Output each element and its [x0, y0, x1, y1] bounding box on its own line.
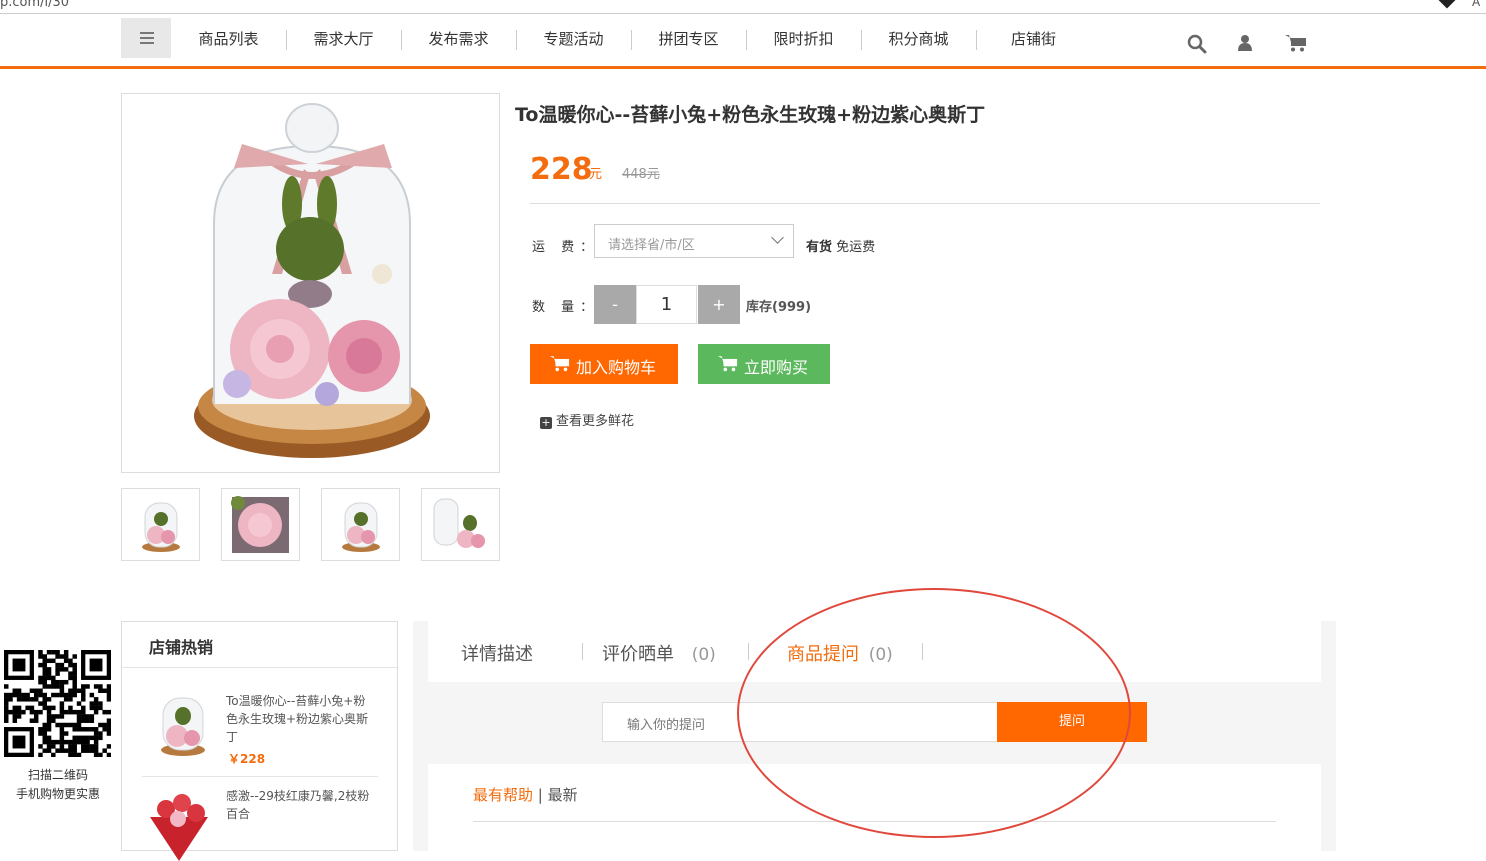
- divider: [142, 776, 378, 777]
- product-tabs-panel: 详情描述 评价晒单 (0) 商品提问 (0) 输入你的提问 提问 最有帮助 | …: [413, 621, 1336, 851]
- availability-info: 有货 免运费: [806, 236, 875, 255]
- add-to-cart-button[interactable]: 加入购物车: [530, 344, 678, 384]
- hamburger-icon: [140, 32, 154, 34]
- sort-most-helpful[interactable]: 最有帮助: [473, 786, 533, 804]
- tab-details[interactable]: 详情描述: [461, 640, 533, 666]
- search-icon[interactable]: [1187, 34, 1207, 54]
- hot-item-name[interactable]: To温暖你心--苔藓小兔+粉色永生玫瑰+粉边紫心奥斯丁: [226, 692, 376, 746]
- tab-label: 评价晒单: [602, 644, 674, 665]
- qr-caption-line2: 手机购物更实惠: [15, 787, 100, 801]
- browser-url-bar[interactable]: p.com/i/30 A: [0, 0, 1486, 14]
- question-input[interactable]: 输入你的提问: [602, 702, 998, 742]
- divider: [530, 203, 1320, 204]
- nav-item-product-list[interactable]: 商品列表: [171, 28, 286, 49]
- menu-button[interactable]: [121, 18, 171, 58]
- sort-separator: |: [537, 786, 543, 804]
- extension-icon[interactable]: [1438, 0, 1456, 9]
- quantity-decrease-button[interactable]: -: [594, 285, 636, 324]
- thumbnail-1[interactable]: [121, 488, 200, 561]
- qr-code: [4, 650, 112, 758]
- tab-divider: [582, 643, 583, 660]
- top-nav: 商品列表 需求大厅 发布需求 专题活动 拼团专区 限时折扣 积分商城 店铺街: [0, 14, 1486, 69]
- tab-reviews[interactable]: 评价晒单 (0): [602, 640, 716, 666]
- qr-caption: 扫描二维码 手机购物更实惠: [0, 766, 116, 804]
- nav-item-group-buy[interactable]: 拼团专区: [631, 28, 746, 49]
- quantity-input[interactable]: 1: [636, 285, 697, 324]
- region-select[interactable]: 请选择省/市/区: [594, 224, 794, 258]
- plus-square-icon: +: [540, 416, 552, 429]
- see-more-flowers-link[interactable]: + 查看更多鲜花: [540, 410, 634, 429]
- divider: [122, 667, 397, 668]
- tab-label: 详情描述: [461, 644, 533, 665]
- tab-divider: [922, 643, 923, 660]
- hot-item-image[interactable]: [146, 688, 220, 762]
- hot-item-name[interactable]: 感激--29枝红康乃馨,2枝粉百合: [226, 787, 376, 823]
- add-to-cart-label: 加入购物车: [576, 358, 657, 377]
- see-more-label: 查看更多鲜花: [556, 414, 635, 429]
- ask-button[interactable]: 提问: [997, 702, 1147, 742]
- nav-item-store-street[interactable]: 店铺街: [976, 28, 1091, 49]
- thumbnail-3[interactable]: [321, 488, 400, 561]
- text-size-icon[interactable]: A: [1472, 0, 1480, 9]
- nav-item-points-mall[interactable]: 积分商城: [861, 28, 976, 49]
- nav-item-topics[interactable]: 专题活动: [516, 28, 631, 49]
- hot-item-price: ￥228: [228, 752, 266, 766]
- buy-now-button[interactable]: 立即购买: [698, 344, 830, 384]
- tab-questions[interactable]: 商品提问 (0): [787, 640, 893, 666]
- buy-now-label: 立即购买: [744, 358, 809, 377]
- chevron-down-icon: [771, 231, 784, 244]
- product-main-image[interactable]: [121, 93, 500, 473]
- tab-count: (0): [691, 645, 716, 665]
- nav-item-post-demand[interactable]: 发布需求: [401, 28, 516, 49]
- qr-caption-line1: 扫描二维码: [27, 768, 88, 782]
- nav-item-demand-hall[interactable]: 需求大厅: [286, 28, 401, 49]
- quantity-label: 数 量：: [532, 300, 600, 315]
- hot-sales-title: 店铺热销: [149, 638, 214, 657]
- cart-icon[interactable]: [1285, 34, 1307, 52]
- cart-icon: [550, 356, 570, 372]
- question-sort: 最有帮助 | 最新: [473, 784, 578, 805]
- product-price: 228: [530, 152, 593, 187]
- thumbnail-2[interactable]: [221, 488, 300, 561]
- product-title: To温暖你心--苔藓小兔+粉色永生玫瑰+粉边紫心奥斯丁: [515, 104, 986, 126]
- tab-label: 商品提问: [787, 644, 859, 665]
- free-shipping-text: 免运费: [836, 240, 876, 255]
- tab-divider: [748, 643, 749, 660]
- user-icon[interactable]: [1238, 34, 1252, 52]
- divider: [473, 821, 1276, 822]
- question-placeholder: 输入你的提问: [627, 718, 706, 733]
- hot-item-image[interactable]: [142, 787, 216, 861]
- cart-icon: [718, 356, 738, 372]
- sort-newest[interactable]: 最新: [548, 786, 578, 804]
- store-hot-sales: 店铺热销 To温暖你心--苔藓小兔+粉色永生玫瑰+粉边紫心奥斯丁 ￥228 感激…: [121, 621, 398, 861]
- stock-count: 库存(999): [746, 300, 812, 315]
- region-placeholder: 请选择省/市/区: [608, 238, 695, 253]
- url-text[interactable]: p.com/i/30: [0, 0, 69, 10]
- availability-status: 有货: [806, 240, 833, 255]
- quantity-increase-button[interactable]: +: [698, 285, 740, 324]
- original-price: 448元: [622, 167, 660, 182]
- nav-item-flash-discount[interactable]: 限时折扣: [746, 28, 861, 49]
- tab-count: (0): [868, 645, 893, 665]
- shipping-label: 运 费：: [532, 240, 600, 255]
- ask-question-bar: 输入你的提问 提问: [428, 682, 1321, 764]
- price-unit: 元: [589, 167, 603, 182]
- thumbnail-4[interactable]: [421, 488, 500, 561]
